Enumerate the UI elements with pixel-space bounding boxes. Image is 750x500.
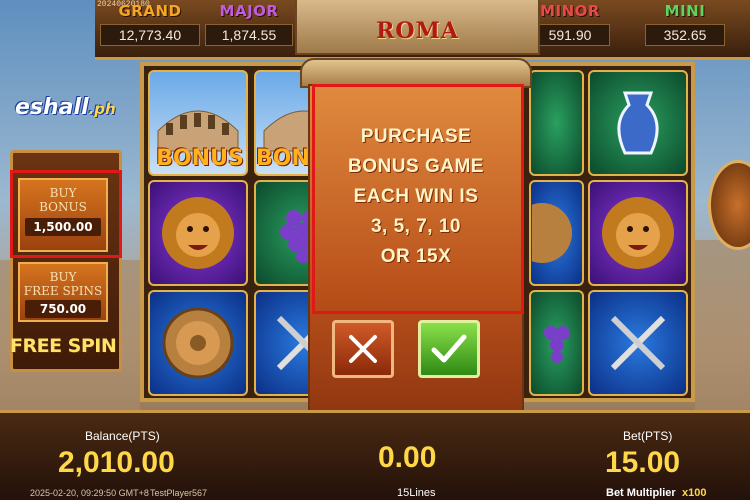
win-value: 0.00 bbox=[378, 441, 437, 474]
x-icon bbox=[349, 335, 377, 363]
brand-logo-suffix: .ph bbox=[88, 100, 116, 118]
buy-bonus-highlight bbox=[10, 170, 122, 258]
vase-symbol bbox=[588, 70, 688, 176]
balance-value: 2,010.00 bbox=[58, 446, 175, 479]
player-name: TestPlayer567 bbox=[150, 488, 208, 498]
bonus-text: BONUS bbox=[156, 146, 244, 171]
grapes-symbol-partial bbox=[529, 290, 584, 396]
jackpot-grand-label: GRAND bbox=[118, 2, 182, 20]
game-title: ROMA bbox=[376, 18, 459, 44]
swords-symbol bbox=[588, 290, 688, 396]
lion-icon bbox=[602, 197, 674, 269]
vase-symbol-partial bbox=[529, 70, 584, 176]
jackpot-grand: GRAND 12,773.40 bbox=[100, 2, 200, 46]
crossed-swords-icon bbox=[610, 315, 666, 371]
purchase-bonus-dialog: PURCHASE BONUS GAME EACH WIN IS 3, 5, 7,… bbox=[300, 58, 532, 446]
jackpot-major: MAJOR 1,874.55 bbox=[205, 2, 293, 46]
jackpot-major-value: 1,874.55 bbox=[205, 24, 293, 46]
session-datetime: 2025-02-20, 09:29:50 GMT+8 bbox=[30, 488, 149, 498]
confirm-button[interactable] bbox=[418, 320, 480, 378]
jackpot-minor-label: MINOR bbox=[540, 2, 600, 20]
lion-icon bbox=[162, 197, 234, 269]
buy-free-spins-label: BUY FREE SPINS bbox=[23, 270, 103, 298]
jackpot-mini-value: 352.65 bbox=[645, 24, 725, 46]
vase-icon bbox=[617, 91, 659, 155]
jackpot-minor-value: 591.90 bbox=[530, 24, 610, 46]
jackpot-mini-label: MINI bbox=[664, 2, 706, 20]
checkmark-icon bbox=[431, 334, 467, 363]
shield-symbol-partial bbox=[529, 180, 584, 286]
shield-icon bbox=[162, 307, 234, 379]
shield-symbol bbox=[148, 290, 248, 396]
jackpot-grand-value: 12,773.40 bbox=[100, 24, 200, 46]
buy-free-spins-button[interactable]: BUY FREE SPINS 750.00 bbox=[18, 262, 108, 322]
bet-multiplier-label: Bet Multiplier bbox=[606, 487, 676, 499]
jackpot-mini: MINI 352.65 bbox=[645, 2, 725, 46]
game-title-plate: ROMA bbox=[295, 0, 540, 55]
shield-icon bbox=[531, 203, 572, 263]
lion-symbol bbox=[148, 180, 248, 286]
jackpot-minor: MINOR 591.90 bbox=[530, 2, 610, 46]
lion-symbol bbox=[588, 180, 688, 286]
brand-logo-text: eshall bbox=[15, 95, 89, 120]
message-highlight bbox=[312, 84, 524, 314]
balance-label: Balance(PTS) bbox=[85, 429, 160, 443]
bonus-text-partial: BON bbox=[256, 146, 310, 171]
cancel-button[interactable] bbox=[332, 320, 394, 378]
grapes-icon bbox=[543, 326, 570, 363]
free-spin-label: FREE SPIN bbox=[10, 335, 117, 357]
bet-multiplier-value: x100 bbox=[682, 487, 707, 499]
jackpot-major-label: MAJOR bbox=[219, 2, 279, 20]
bet-label: Bet(PTS) bbox=[623, 429, 673, 443]
buy-free-spins-price: 750.00 bbox=[25, 300, 101, 318]
bet-value: 15.00 bbox=[605, 446, 681, 479]
lines-count: 15Lines bbox=[397, 487, 436, 499]
brand-logo: eshall.ph bbox=[15, 95, 116, 120]
bottom-bar: Balance(PTS) 2,010.00 0.00 15Lines Bet(P… bbox=[0, 410, 750, 500]
